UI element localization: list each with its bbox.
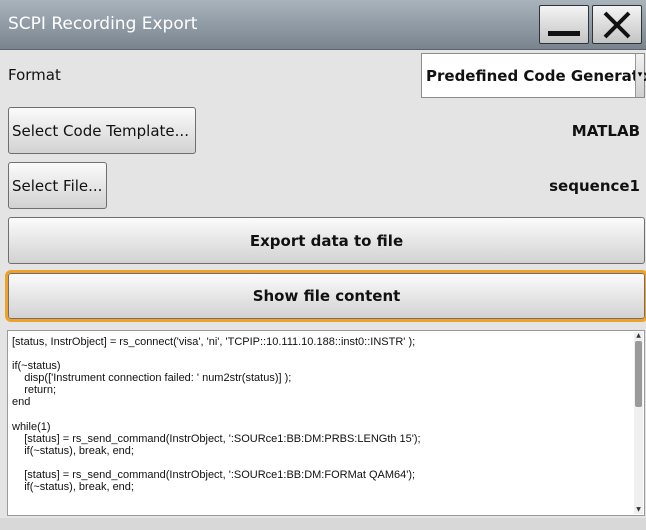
select-file-button[interactable]: Select File... — [8, 162, 107, 209]
export-data-button[interactable]: Export data to file — [8, 217, 645, 264]
code-line: if(~status) — [12, 360, 61, 373]
code-line: while(1) — [12, 420, 51, 433]
format-dropdown[interactable]: Predefined Code Generator ▾ — [421, 53, 646, 98]
scroll-down-icon[interactable]: ▼ — [634, 506, 643, 514]
format-label: Format — [8, 66, 61, 84]
code-template-value: MATLAB — [571, 122, 640, 140]
show-file-content-label: Show file content — [252, 287, 401, 305]
show-file-content-button[interactable]: Show file content — [5, 270, 646, 322]
close-icon — [603, 11, 631, 39]
select-code-template-label: Select Code Template... — [12, 121, 189, 140]
code-line: return; — [12, 384, 57, 397]
title-bar: SCPI Recording Export — [0, 0, 646, 50]
export-data-label: Export data to file — [249, 231, 404, 250]
format-selected-value: Predefined Code Generator — [426, 67, 646, 85]
scroll-thumb[interactable] — [635, 341, 642, 407]
code-line: if(~status), break, end; — [12, 444, 134, 457]
vertical-scrollbar[interactable]: ▲ ▼ — [634, 332, 643, 514]
code-line: end — [12, 396, 31, 409]
close-button[interactable] — [592, 5, 642, 44]
code-line: [status] = rs_send_command(InstrObject, … — [12, 469, 416, 482]
scroll-up-icon[interactable]: ▲ — [634, 332, 643, 340]
minimize-icon — [548, 31, 580, 36]
file-content-viewer[interactable]: [status, InstrObject] = rs_connect('visa… — [7, 330, 645, 516]
minimize-button[interactable] — [539, 5, 589, 44]
code-line: disp(['Instrument connection failed: ' n… — [12, 372, 292, 385]
code-line: [status, InstrObject] = rs_connect('visa… — [12, 336, 416, 348]
file-name-value: sequence1 — [549, 177, 640, 195]
window-title: SCPI Recording Export — [8, 14, 198, 34]
select-file-label: Select File... — [12, 176, 103, 195]
chevron-down-icon: ▾ — [635, 54, 644, 97]
bottom-strip — [0, 518, 646, 530]
code-line: [status] = rs_send_command(InstrObject, … — [12, 432, 421, 445]
code-text: [status, InstrObject] = rs_connect('visa… — [12, 336, 628, 493]
code-line: if(~status), break, end; — [12, 481, 134, 494]
select-code-template-button[interactable]: Select Code Template... — [8, 107, 196, 154]
